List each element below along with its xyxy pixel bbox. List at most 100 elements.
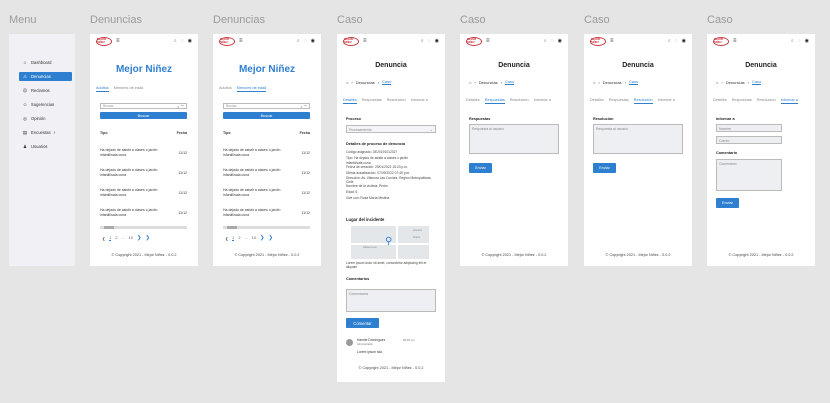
- search-input[interactable]: Buscar... ⌕ ▽: [223, 103, 310, 109]
- enviar-button[interactable]: Enviar: [469, 163, 492, 173]
- user-icon[interactable]: ◉: [435, 38, 439, 44]
- search-icon[interactable]: ⌕: [421, 38, 424, 44]
- correo-field[interactable]: Correo: [716, 136, 782, 144]
- filter-icon[interactable]: ⌕ ▽: [300, 104, 307, 109]
- hamburger-icon[interactable]: ≡: [733, 38, 737, 44]
- search-icon[interactable]: ⌕: [668, 38, 671, 44]
- tab-respuestas[interactable]: Respuestas: [362, 98, 382, 104]
- breadcrumb-denuncias[interactable]: Denuncias: [479, 80, 498, 85]
- comentarios-textarea[interactable]: Comentarios: [346, 289, 436, 312]
- home-icon[interactable]: ⌂: [593, 80, 595, 85]
- tab-resolucion[interactable]: Resolución: [633, 98, 653, 104]
- sidebar-item-usuarios[interactable]: ♟ Usuarios: [19, 142, 72, 151]
- bell-icon[interactable]: ◌: [551, 38, 554, 44]
- bell-icon[interactable]: ◌: [304, 38, 307, 44]
- sidebar-item-sugerencias[interactable]: ☺ Sugerencias: [19, 100, 72, 109]
- prev-page-icon[interactable]: ❮: [102, 236, 105, 241]
- tab-detalles[interactable]: Detalles: [343, 98, 357, 104]
- page-last[interactable]: 10: [129, 236, 133, 240]
- table-row[interactable]: Ha dejado de asistir a clases o jardín i…: [223, 148, 310, 158]
- home-icon[interactable]: ⌂: [346, 80, 348, 85]
- enviar-button[interactable]: Enviar: [716, 198, 739, 208]
- table-row[interactable]: Ha dejado de asistir a clases o jardín i…: [223, 188, 310, 198]
- user-icon[interactable]: ◉: [682, 38, 686, 44]
- breadcrumb-denuncias[interactable]: Denuncias: [356, 80, 375, 85]
- tab-resolucion[interactable]: Resolución: [757, 98, 776, 104]
- last-page-icon[interactable]: ❯: [268, 235, 273, 241]
- tab-adultos[interactable]: Adultos: [96, 86, 109, 92]
- table-row[interactable]: Ha dejado de asistir a clases o jardín i…: [100, 208, 187, 218]
- page-1[interactable]: 1: [109, 236, 112, 241]
- resolucion-textarea[interactable]: Respuesta al usuario: [593, 124, 683, 154]
- tab-resolucion[interactable]: Resolución: [510, 98, 529, 104]
- hamburger-icon[interactable]: ≡: [239, 38, 243, 44]
- bell-icon[interactable]: ◌: [798, 38, 801, 44]
- user-icon[interactable]: ◉: [805, 38, 809, 44]
- table-row[interactable]: Ha dejado de asistir a clases o jardín i…: [100, 168, 187, 178]
- prev-page-icon[interactable]: ❮: [225, 236, 228, 241]
- sidebar-item-denuncias[interactable]: ⚠ Denuncias: [19, 72, 72, 81]
- next-page-icon[interactable]: ❯: [260, 235, 265, 241]
- tab-respuestas[interactable]: Respuestas: [609, 98, 629, 104]
- search-input[interactable]: Buscar... ⌕ ▽: [100, 103, 187, 109]
- table-row[interactable]: Ha dejado de asistir a clases o jardín i…: [100, 188, 187, 198]
- tab-respuestas[interactable]: Respuestas: [732, 98, 752, 104]
- enviar-button[interactable]: Enviar: [593, 163, 616, 173]
- proceso-select[interactable]: Procesamiento ⌄: [346, 125, 436, 133]
- tab-menores[interactable]: Menores de edad: [236, 86, 267, 92]
- next-page-icon[interactable]: ❯: [137, 235, 142, 241]
- sidebar-item-dashboard[interactable]: ⌂ Dashboard: [19, 58, 72, 67]
- breadcrumb-caso[interactable]: Caso: [505, 79, 515, 85]
- comentar-button[interactable]: Comentar: [346, 318, 379, 328]
- respuestas-textarea[interactable]: Respuesta al usuario: [469, 124, 559, 154]
- tab-detalles[interactable]: Detalles: [713, 98, 727, 104]
- bell-icon[interactable]: ◌: [181, 38, 184, 44]
- breadcrumb-denuncias[interactable]: Denuncias: [603, 80, 622, 85]
- nombre-field[interactable]: Nombre: [716, 124, 782, 132]
- tab-informar[interactable]: Informar a: [411, 98, 428, 104]
- user-icon[interactable]: ◉: [558, 38, 562, 44]
- tab-adultos[interactable]: Adultos: [219, 86, 232, 92]
- tab-menores[interactable]: Menores de edad: [114, 86, 144, 92]
- tab-detalles[interactable]: Detalles: [466, 98, 480, 104]
- tab-resolucion[interactable]: Resolución: [387, 98, 406, 104]
- horizontal-scrollbar[interactable]: [100, 226, 187, 229]
- hamburger-icon[interactable]: ≡: [486, 38, 490, 44]
- breadcrumb-denuncias[interactable]: Denuncias: [726, 80, 745, 85]
- user-icon[interactable]: ◉: [188, 38, 192, 44]
- page-last[interactable]: 10: [252, 236, 256, 240]
- tab-informar[interactable]: Informar a: [780, 98, 798, 104]
- search-icon[interactable]: ⌕: [174, 38, 177, 44]
- search-button[interactable]: Buscar: [223, 112, 310, 119]
- breadcrumb-caso[interactable]: Caso: [752, 79, 762, 85]
- hamburger-icon[interactable]: ≡: [116, 38, 120, 44]
- sidebar-item-encuestas[interactable]: ▤ Encuestas ›: [19, 128, 72, 137]
- hamburger-icon[interactable]: ≡: [610, 38, 614, 44]
- breadcrumb-caso[interactable]: Caso: [382, 79, 392, 85]
- tab-respuestas[interactable]: Respuestas: [484, 98, 505, 104]
- table-row[interactable]: Ha dejado de asistir a clases o jardín i…: [223, 168, 310, 178]
- search-icon[interactable]: ⌕: [544, 38, 547, 44]
- table-row[interactable]: Ha dejado de asistir a clases o jardín i…: [100, 148, 187, 158]
- tab-informar[interactable]: Informar a: [534, 98, 551, 104]
- home-icon[interactable]: ⌂: [716, 80, 718, 85]
- bell-icon[interactable]: ◌: [428, 38, 431, 44]
- comentario-textarea[interactable]: Comentario: [716, 159, 782, 191]
- search-icon[interactable]: ⌕: [297, 38, 300, 44]
- search-button[interactable]: Buscar: [100, 112, 187, 119]
- sidebar-item-reclamos[interactable]: ☹ Reclamos: [19, 86, 72, 95]
- filter-icon[interactable]: ⌕ ▽: [177, 104, 184, 109]
- last-page-icon[interactable]: ❯: [145, 235, 150, 241]
- page-1[interactable]: 1: [232, 236, 235, 241]
- tab-detalles[interactable]: Detalles: [590, 98, 604, 104]
- page-2[interactable]: 2: [238, 236, 240, 240]
- breadcrumb-caso[interactable]: Caso: [629, 79, 639, 85]
- table-row[interactable]: Ha dejado de asistir a clases o jardín i…: [223, 208, 310, 218]
- incident-map[interactable]: ⚲ Huertos Teatro Rafael Leon: [351, 226, 429, 259]
- home-icon[interactable]: ⌂: [469, 80, 471, 85]
- page-2[interactable]: 2: [115, 236, 117, 240]
- horizontal-scrollbar[interactable]: [223, 226, 310, 229]
- tab-informar[interactable]: Informar a: [658, 98, 675, 104]
- user-icon[interactable]: ◉: [311, 38, 315, 44]
- hamburger-icon[interactable]: ≡: [363, 38, 367, 44]
